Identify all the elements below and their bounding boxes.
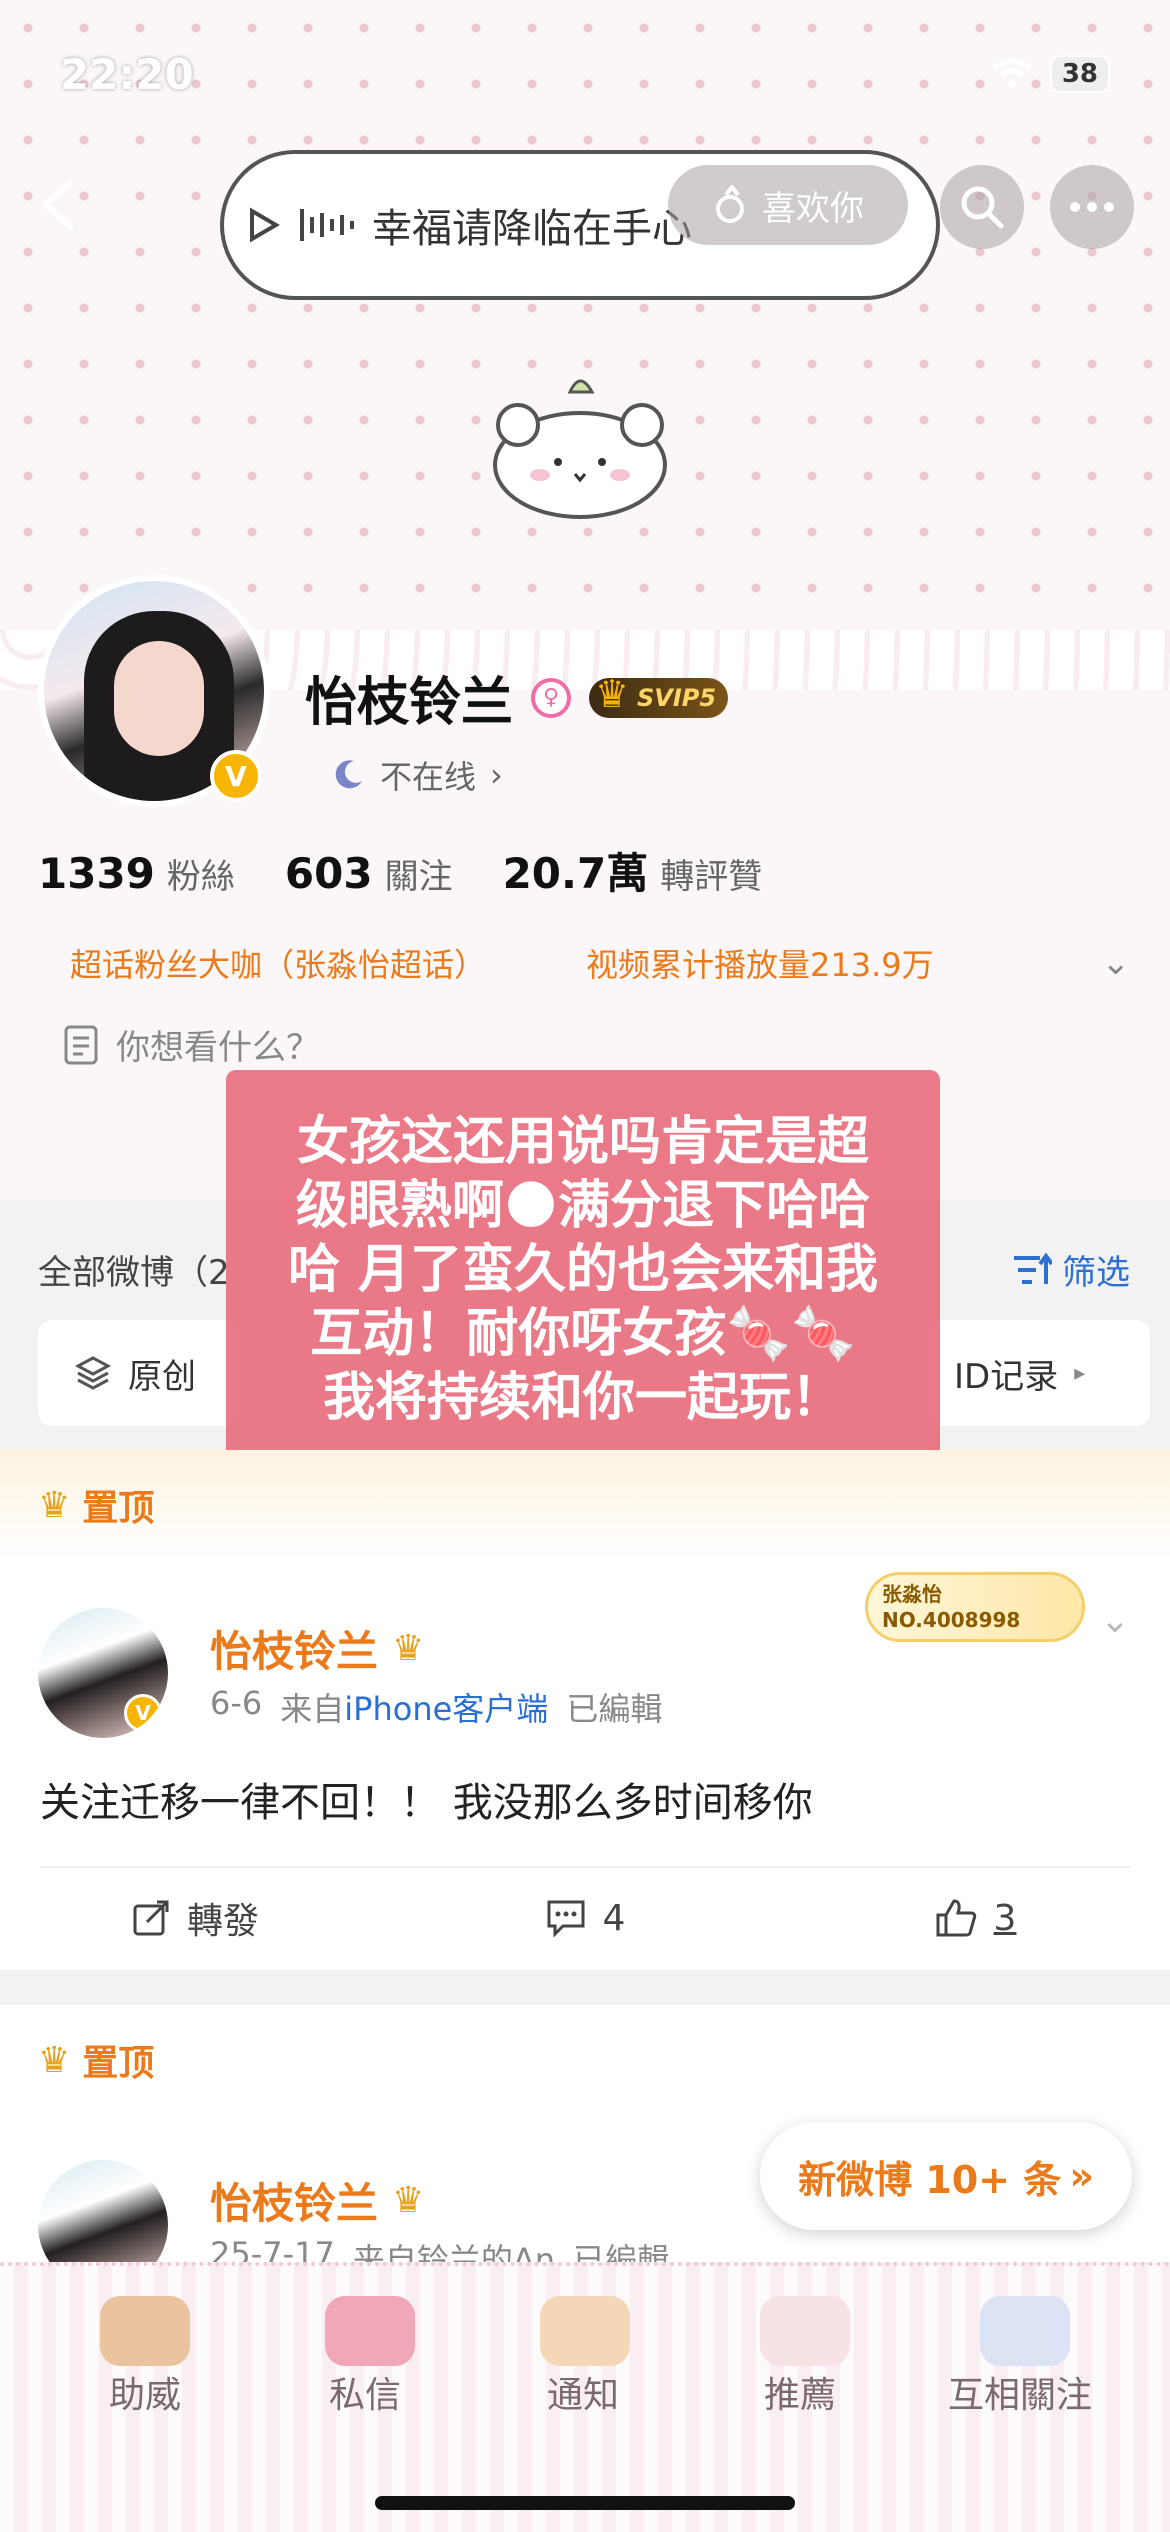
- post-source[interactable]: iPhone客户端: [344, 1690, 548, 1728]
- chevron-down-icon[interactable]: ⌄: [1102, 943, 1131, 983]
- profile-name: 怡枝铃兰: [305, 673, 514, 733]
- document-icon: [64, 1025, 98, 1064]
- comment-button[interactable]: 4: [390, 1898, 780, 1939]
- tab-messages[interactable]: 私信: [265, 2366, 465, 2418]
- chip-original[interactable]: 原创: [38, 1320, 238, 1426]
- new-posts-button[interactable]: 新微博 10+ 条 »: [760, 2122, 1132, 2230]
- post-meta: 6-6 来自iPhone客户端 已編輯: [210, 1684, 663, 1728]
- fan-card[interactable]: 张淼怡 NO.4008998: [865, 1572, 1085, 1642]
- bunny-sticker: [980, 2296, 1070, 2366]
- filter-button[interactable]: 筛选: [1012, 1245, 1130, 1294]
- pinned-header: ♛ 置顶: [0, 2005, 1170, 2115]
- super-topic-tag[interactable]: 超话粉丝大咖（张淼怡超话）: [70, 940, 486, 986]
- post-author[interactable]: 怡枝铃兰 ♛: [210, 1618, 424, 1679]
- more-button[interactable]: [1050, 165, 1134, 249]
- profile-name-row: 怡枝铃兰 ♀ SVIP5: [305, 660, 729, 735]
- filter-label: 筛选: [1062, 1253, 1130, 1293]
- interactions-stat[interactable]: 20.7萬 轉評贊: [503, 840, 763, 901]
- thumbs-up-icon: [936, 1899, 976, 1937]
- comment-icon: [547, 1900, 585, 1938]
- bear-illustration: [493, 379, 667, 519]
- crown-icon: ♛: [392, 1628, 425, 1669]
- verified-badge: V: [210, 750, 262, 802]
- search-icon: [961, 186, 1004, 229]
- profile-stats: 1339 粉絲 603 關注 20.7萬 轉評贊: [38, 840, 762, 901]
- crown-icon: ♛: [38, 2039, 71, 2081]
- overlay-comment: 女孩这还用说吗肯定是超 级眼熟啊🌑满分退下哈哈 哈 月了蛮久的也会来和我 互动！…: [226, 1070, 940, 1470]
- following-stat[interactable]: 603 關注: [285, 849, 453, 898]
- waveform-icon: [300, 209, 354, 241]
- verified-badge: V: [124, 1694, 162, 1732]
- post-text: 关注迁移一律不回！！ 我没那么多时间移你: [40, 1780, 813, 1826]
- tab-mutual-follow[interactable]: 互相關注: [920, 2366, 1120, 2418]
- post-actions: 轉發 4 3: [0, 1868, 1170, 1968]
- followers-stat[interactable]: 1339 粉絲: [38, 849, 235, 898]
- bear-sticker: [100, 2296, 190, 2366]
- ring-icon: [716, 185, 744, 223]
- crown-icon: ♛: [392, 2180, 425, 2221]
- profile-search[interactable]: 你想看什么？: [62, 1020, 320, 1069]
- female-icon: ♀: [531, 677, 572, 718]
- status-time: 22:20: [60, 49, 194, 99]
- banner-caption: 幸福请降临在手心: [372, 206, 692, 252]
- like-you-button[interactable]: 喜欢你: [668, 165, 908, 245]
- online-status-label: 不在线: [380, 758, 477, 796]
- profile-tags: 超话粉丝大咖（张淼怡超话） 视频累计播放量213.9万 ⌄: [70, 940, 1130, 986]
- post-author[interactable]: 怡枝铃兰 ♛: [210, 2170, 424, 2231]
- cat-sticker: [760, 2296, 850, 2366]
- card-sticker: [325, 2296, 415, 2366]
- bottom-tab-bar: 助威 私信 通知 推薦 互相關注: [0, 2262, 1170, 2532]
- more-icon: [1070, 202, 1114, 212]
- svip-badge[interactable]: SVIP5: [589, 672, 729, 718]
- video-plays-tag[interactable]: 视频累计播放量213.9万: [586, 940, 934, 986]
- back-button[interactable]: [30, 175, 90, 235]
- chevron-right-icon: ›: [490, 756, 503, 794]
- all-weibo-tab[interactable]: 全部微博（2: [38, 1245, 230, 1294]
- triangle-right-icon: ▸: [1074, 1360, 1086, 1386]
- filter-icon: [1014, 1252, 1052, 1284]
- post-menu-chevron[interactable]: ⌄: [1100, 1600, 1130, 1641]
- tab-notifications[interactable]: 通知: [483, 2366, 683, 2418]
- pinned-post-1[interactable]: ♛ 置顶 张淼怡 NO.4008998 ⌄ V 怡枝铃兰 ♛ 6-6 来自iPh…: [0, 1450, 1170, 1970]
- home-indicator: [375, 2496, 795, 2510]
- search-placeholder: 你想看什么？: [116, 1028, 320, 1068]
- search-button[interactable]: [940, 165, 1024, 249]
- like-you-label: 喜欢你: [762, 188, 864, 229]
- tab-recommend[interactable]: 推薦: [700, 2366, 900, 2418]
- double-chevron-down-icon: »: [1069, 2154, 1094, 2198]
- tab-cheer[interactable]: 助威: [45, 2366, 245, 2418]
- post-avatar[interactable]: V: [38, 1608, 168, 1738]
- status-bar: 22:20 38: [60, 44, 1110, 104]
- repost-icon: [133, 1900, 169, 1936]
- online-status[interactable]: 不在线 ›: [330, 752, 503, 798]
- crown-icon: ♛: [38, 1484, 71, 1526]
- layers-icon: [74, 1356, 112, 1390]
- pinned-header: ♛ 置顶: [0, 1450, 1170, 1560]
- chip-id-record[interactable]: ID记录 ▸: [930, 1320, 1150, 1426]
- wifi-icon: [992, 58, 1032, 88]
- play-icon: [250, 207, 280, 243]
- bear-sticker: [540, 2296, 630, 2366]
- battery-indicator: 38: [1049, 55, 1110, 93]
- moon-icon: [335, 760, 362, 789]
- repost-button[interactable]: 轉發: [0, 1892, 390, 1944]
- like-button[interactable]: 3: [780, 1897, 1170, 1939]
